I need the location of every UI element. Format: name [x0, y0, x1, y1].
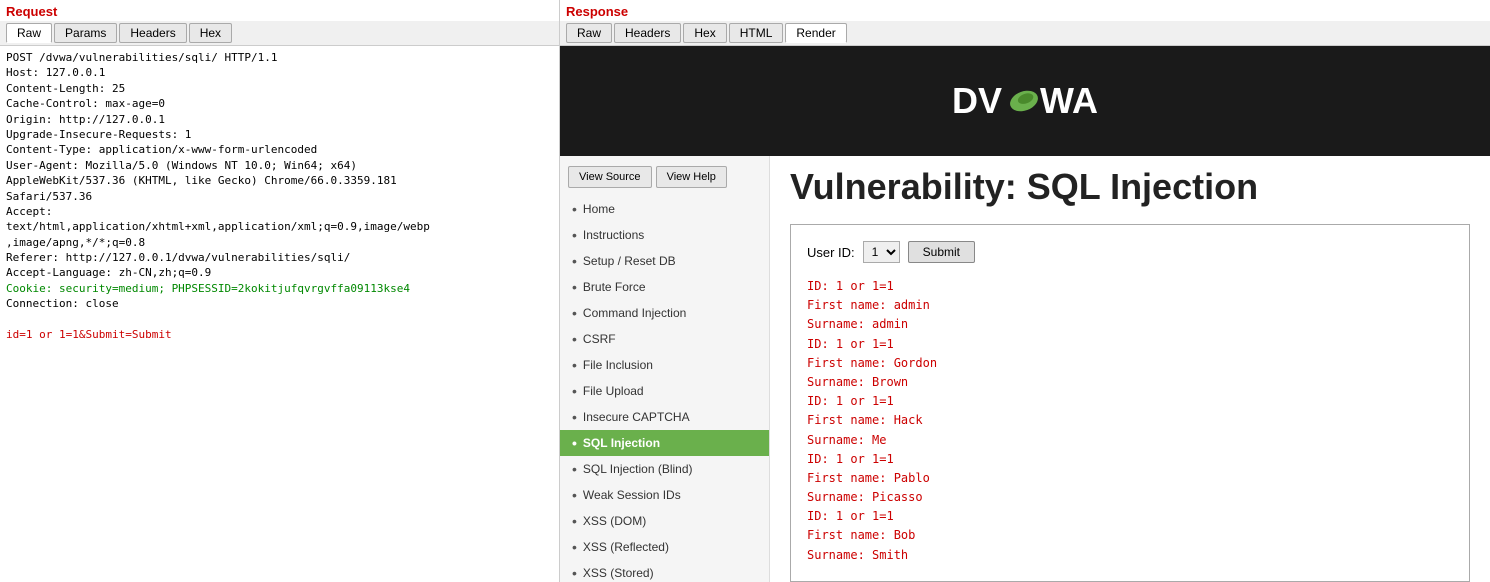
sidebar-item-home[interactable]: Home — [560, 196, 769, 222]
response-title: Response — [560, 0, 1490, 21]
dvwa-logo-text: DV — [952, 80, 1002, 122]
request-title: Request — [0, 0, 559, 21]
sidebar-item-xss-dom[interactable]: XSS (DOM) — [560, 508, 769, 534]
view-help-button[interactable]: View Help — [656, 166, 727, 188]
dvwa-render-area: DV WA View Source View Help Home Instruc… — [560, 46, 1490, 582]
user-id-select[interactable]: 1 2 3 — [863, 241, 900, 263]
sidebar-item-file-inclusion[interactable]: File Inclusion — [560, 352, 769, 378]
page-title: Vulnerability: SQL Injection — [790, 166, 1470, 208]
request-tab-headers[interactable]: Headers — [119, 23, 186, 43]
result-output: ID: 1 or 1=1First name: adminSurname: ad… — [807, 277, 1453, 565]
response-panel: Response Raw Headers Hex HTML Render DV … — [560, 0, 1490, 582]
sidebar-item-command-injection[interactable]: Command Injection — [560, 300, 769, 326]
sidebar-nav: Home Instructions Setup / Reset DB Brute… — [560, 196, 769, 582]
sidebar-item-file-upload[interactable]: File Upload — [560, 378, 769, 404]
dvwa-logo-leaf-icon — [1000, 81, 1040, 121]
view-source-button[interactable]: View Source — [568, 166, 652, 188]
form-row: User ID: 1 2 3 Submit — [807, 241, 1453, 263]
dvwa-main: Vulnerability: SQL Injection User ID: 1 … — [770, 156, 1490, 582]
dvwa-content: View Source View Help Home Instructions … — [560, 156, 1490, 582]
sidebar-item-setup[interactable]: Setup / Reset DB — [560, 248, 769, 274]
request-panel: Request Raw Params Headers Hex POST /dvw… — [0, 0, 560, 582]
dvwa-logo: DV WA — [952, 80, 1098, 122]
response-tab-render[interactable]: Render — [785, 23, 846, 43]
vuln-form: User ID: 1 2 3 Submit ID: 1 or 1=1First … — [790, 224, 1470, 582]
response-tab-bar: Raw Headers Hex HTML Render — [560, 21, 1490, 46]
sidebar-buttons: View Source View Help — [560, 162, 769, 196]
submit-button[interactable]: Submit — [908, 241, 975, 263]
response-tab-html[interactable]: HTML — [729, 23, 784, 43]
sidebar-item-sql-injection-blind[interactable]: SQL Injection (Blind) — [560, 456, 769, 482]
response-tab-raw[interactable]: Raw — [566, 23, 612, 43]
user-id-label: User ID: — [807, 245, 855, 260]
sidebar-item-weak-session-ids[interactable]: Weak Session IDs — [560, 482, 769, 508]
sidebar-item-sql-injection[interactable]: SQL Injection — [560, 430, 769, 456]
request-body: POST /dvwa/vulnerabilities/sqli/ HTTP/1.… — [0, 46, 559, 582]
dvwa-sidebar: View Source View Help Home Instructions … — [560, 156, 770, 582]
request-tab-hex[interactable]: Hex — [189, 23, 232, 43]
sidebar-item-csrf[interactable]: CSRF — [560, 326, 769, 352]
sidebar-item-brute-force[interactable]: Brute Force — [560, 274, 769, 300]
response-tab-hex[interactable]: Hex — [683, 23, 726, 43]
request-tab-bar: Raw Params Headers Hex — [0, 21, 559, 46]
sidebar-item-insecure-captcha[interactable]: Insecure CAPTCHA — [560, 404, 769, 430]
dvwa-logo-text2: WA — [1040, 80, 1098, 122]
sidebar-item-xss-stored[interactable]: XSS (Stored) — [560, 560, 769, 582]
dvwa-header: DV WA — [560, 46, 1490, 156]
response-tab-headers[interactable]: Headers — [614, 23, 681, 43]
sidebar-item-xss-reflected[interactable]: XSS (Reflected) — [560, 534, 769, 560]
request-tab-params[interactable]: Params — [54, 23, 117, 43]
sidebar-item-instructions[interactable]: Instructions — [560, 222, 769, 248]
request-tab-raw[interactable]: Raw — [6, 23, 52, 43]
